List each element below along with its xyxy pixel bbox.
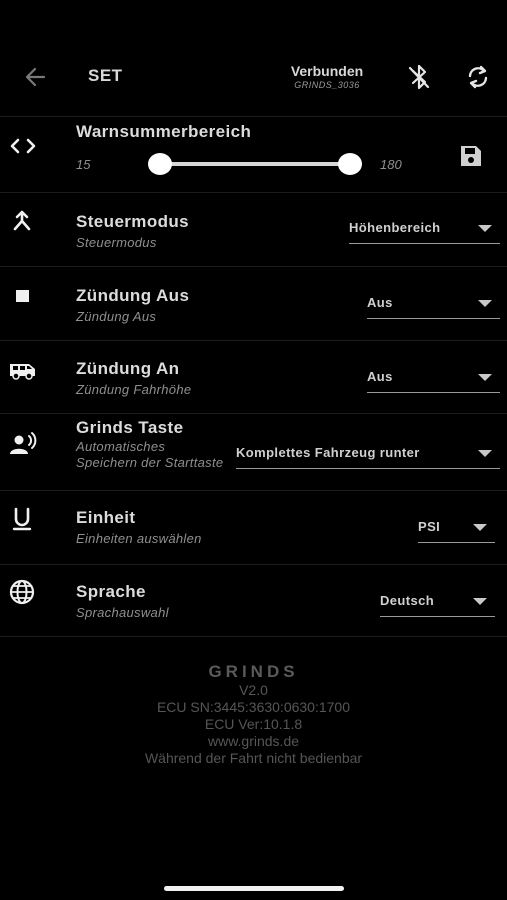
chevron-down-icon	[473, 524, 487, 531]
setting-row-ignition-on: Zündung An Zündung Fahrhöhe Aus	[0, 340, 507, 413]
setting-title: Sprache	[76, 582, 146, 601]
app-info-footer: GRINDS V2.0 ECU SN:3445:3630:0630:1700 E…	[0, 662, 507, 767]
back-arrow-icon	[25, 67, 46, 87]
setting-subtitle: Zündung Aus	[76, 309, 157, 324]
bluetooth-button[interactable]	[405, 62, 433, 92]
control-mode-select[interactable]: Höhenbereich	[349, 216, 500, 244]
setting-title: Grinds Taste	[76, 418, 184, 437]
select-value: PSI	[418, 519, 441, 534]
setting-title: Steuermodus	[76, 212, 190, 231]
setting-row-ignition-off: Zündung Aus Zündung Aus Aus	[0, 266, 507, 340]
setting-row-language: Sprache Sprachauswahl Deutsch	[0, 564, 507, 637]
connection-status-label: Verbunden	[290, 63, 364, 79]
device-name: GRINDS_3036	[294, 80, 360, 90]
app-header: SET Verbunden GRINDS_3036	[0, 0, 507, 116]
ignition-on-select[interactable]: Aus	[367, 365, 500, 393]
unit-u-icon	[12, 507, 32, 531]
app-version: V2.0	[239, 682, 268, 698]
setting-row-control-mode: Steuermodus Steuermodus Höhenbereich	[0, 192, 507, 266]
setting-row-grinds-button: Grinds Taste Automatisches Speichern der…	[0, 413, 507, 490]
setting-subtitle: Automatisches Speichern der Starttaste	[76, 439, 224, 470]
back-button[interactable]	[20, 62, 52, 92]
connection-status: Verbunden GRINDS_3036	[280, 63, 374, 90]
driving-notice: Während der Fahrt nicht bedienbar	[144, 750, 363, 766]
buzzer-range-title: Warnsummerbereich	[76, 122, 252, 141]
bluetooth-off-icon	[408, 64, 430, 90]
chevron-down-icon	[473, 598, 487, 605]
language-select[interactable]: Deutsch	[380, 589, 495, 617]
page-title: SET	[88, 66, 123, 85]
slider-max-label: 180	[380, 157, 402, 172]
voice-person-icon	[10, 432, 37, 454]
slider-min-label: 15	[76, 157, 91, 172]
merge-arrow-icon	[13, 210, 31, 231]
save-button[interactable]	[458, 143, 484, 169]
unit-select[interactable]: PSI	[418, 515, 495, 543]
stop-square-icon	[16, 290, 29, 302]
chevron-down-icon	[478, 374, 492, 381]
sync-icon	[468, 65, 488, 89]
setting-subtitle: Sprachauswahl	[76, 605, 169, 620]
select-value: Komplettes Fahrzeug runter	[236, 445, 420, 460]
website-link[interactable]: www.grinds.de	[0, 733, 507, 750]
range-slider-low-thumb[interactable]	[148, 153, 172, 175]
ecu-serial: ECU SN:3445:3630:0630:1700	[156, 699, 351, 715]
setting-subtitle: Zündung Fahrhöhe	[76, 382, 192, 397]
sync-button[interactable]	[464, 62, 492, 92]
chevron-down-icon	[478, 300, 492, 307]
ignition-off-select[interactable]: Aus	[367, 291, 500, 319]
select-value: Deutsch	[380, 593, 435, 608]
setting-subtitle: Einheiten auswählen	[76, 531, 202, 546]
range-slider-track[interactable]	[160, 162, 350, 166]
chevron-down-icon	[478, 450, 492, 457]
van-icon	[10, 364, 35, 380]
chevron-down-icon	[478, 225, 492, 232]
grinds-button-select[interactable]: Komplettes Fahrzeug runter	[236, 441, 500, 469]
select-value: Höhenbereich	[349, 220, 441, 235]
setting-title: Zündung Aus	[76, 286, 190, 305]
brand-logo-text: GRINDS	[208, 662, 299, 681]
buzzer-range-row: Warnsummerbereich	[0, 116, 507, 192]
save-icon	[461, 146, 481, 166]
code-icon	[10, 138, 36, 154]
range-slider-high-thumb[interactable]	[338, 153, 362, 175]
setting-row-unit: Einheit Einheiten auswählen PSI	[0, 490, 507, 564]
setting-title: Zündung An	[76, 359, 180, 378]
select-value: Aus	[367, 369, 393, 384]
ecu-version: ECU Ver:10.1.8	[204, 716, 303, 732]
home-indicator[interactable]	[164, 886, 344, 891]
setting-subtitle: Steuermodus	[76, 235, 157, 250]
select-value: Aus	[367, 295, 393, 310]
setting-title: Einheit	[76, 508, 136, 527]
globe-icon	[9, 579, 35, 605]
